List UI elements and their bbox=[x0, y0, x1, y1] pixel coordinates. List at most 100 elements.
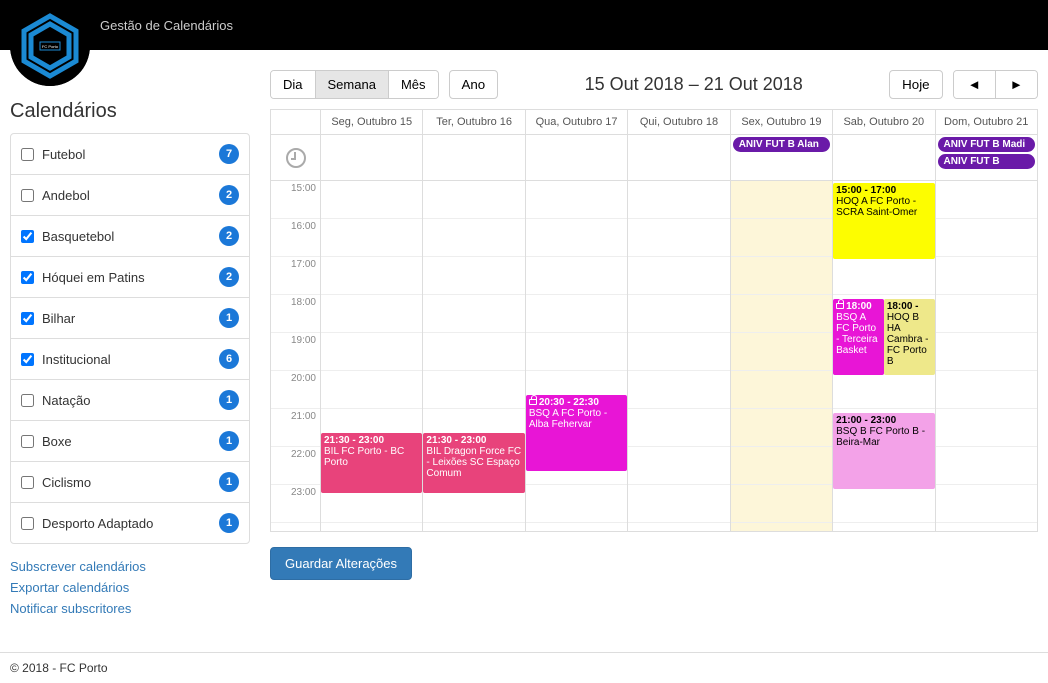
time-label: 17:00 bbox=[271, 257, 320, 295]
calendar-label: Futebol bbox=[42, 147, 219, 162]
calendar-event[interactable]: 15:00 - 17:00HOQ A FC Porto - SCRA Saint… bbox=[833, 183, 934, 259]
day-column[interactable]: 15:00 - 17:00HOQ A FC Porto - SCRA Saint… bbox=[833, 181, 935, 531]
calendar-checkbox[interactable] bbox=[21, 435, 34, 448]
day-header: Seg, Outubro 15 bbox=[321, 110, 423, 134]
calendar-item[interactable]: Andebol 2 bbox=[11, 174, 249, 215]
svg-text:FC Porto: FC Porto bbox=[42, 44, 59, 49]
event-title: BIL FC Porto - BC Porto bbox=[324, 446, 404, 468]
day-column[interactable] bbox=[628, 181, 730, 531]
calendar-checkbox[interactable] bbox=[21, 230, 34, 243]
allday-event[interactable]: ANIV FUT B Alan bbox=[733, 137, 830, 152]
view-day[interactable]: Dia bbox=[271, 71, 315, 98]
event-title: HOQ A FC Porto - SCRA Saint-Omer bbox=[836, 196, 917, 218]
calendar-checkbox[interactable] bbox=[21, 476, 34, 489]
link-export[interactable]: Exportar calendários bbox=[10, 580, 250, 595]
time-label: 15:00 bbox=[271, 181, 320, 219]
allday-cell[interactable] bbox=[423, 135, 525, 180]
day-column[interactable]: 21:30 - 23:00BIL Dragon Force FC - Leixõ… bbox=[423, 181, 525, 531]
save-button[interactable]: Guardar Alterações bbox=[270, 547, 412, 580]
calendar-item[interactable]: Desporto Adaptado 1 bbox=[11, 502, 249, 543]
calendar-count-badge: 6 bbox=[219, 349, 239, 369]
prev-button[interactable]: ◄ bbox=[954, 71, 995, 98]
calendar-checkbox[interactable] bbox=[21, 353, 34, 366]
calendar-count-badge: 2 bbox=[219, 185, 239, 205]
time-label: 22:00 bbox=[271, 447, 320, 485]
calendar-label: Bilhar bbox=[42, 311, 219, 326]
calendar-event[interactable]: 21:30 - 23:00BIL FC Porto - BC Porto bbox=[321, 433, 422, 493]
allday-cell[interactable] bbox=[321, 135, 423, 180]
calendar-event[interactable]: 21:30 - 23:00BIL Dragon Force FC - Leixõ… bbox=[423, 433, 524, 493]
calendar-checkbox[interactable] bbox=[21, 394, 34, 407]
calendar-item[interactable]: Ciclismo 1 bbox=[11, 461, 249, 502]
calendar-count-badge: 1 bbox=[219, 431, 239, 451]
allday-cell[interactable] bbox=[526, 135, 628, 180]
calendar-checkbox[interactable] bbox=[21, 189, 34, 202]
view-switcher: Dia Semana Mês bbox=[270, 70, 439, 99]
sidebar-title: Calendários bbox=[10, 100, 250, 123]
next-button[interactable]: ► bbox=[995, 71, 1037, 98]
calendar-label: Basquetebol bbox=[42, 229, 219, 244]
date-range: 15 Out 2018 – 21 Out 2018 bbox=[508, 74, 879, 95]
calendar-label: Desporto Adaptado bbox=[42, 516, 219, 531]
calendar-event[interactable]: 18:00 - HOQ B HA Cambra - FC Porto B bbox=[884, 299, 935, 375]
day-column[interactable]: 20:30 - 22:30BSQ A FC Porto - Alba Feher… bbox=[526, 181, 628, 531]
timegrid[interactable]: 15:0016:0017:0018:0019:0020:0021:0022:00… bbox=[271, 181, 1037, 531]
allday-cell[interactable]: ANIV FUT B Madi ANIV FUT B bbox=[936, 135, 1037, 180]
calendar-item[interactable]: Bilhar 1 bbox=[11, 297, 249, 338]
view-year[interactable]: Ano bbox=[449, 70, 499, 99]
time-axis: 15:0016:0017:0018:0019:0020:0021:0022:00… bbox=[271, 181, 321, 531]
event-time: 20:30 - 22:30 bbox=[529, 397, 624, 408]
event-time: 18:00 bbox=[836, 301, 881, 312]
event-title: BSQ A FC Porto - Terceira Basket bbox=[836, 312, 878, 356]
calendar-count-badge: 1 bbox=[219, 390, 239, 410]
calendar-event[interactable]: 21:00 - 23:00BSQ B FC Porto B - Beira-Ma… bbox=[833, 413, 934, 489]
calendar-label: Ciclismo bbox=[42, 475, 219, 490]
calendar-event[interactable]: 20:30 - 22:30BSQ A FC Porto - Alba Feher… bbox=[526, 395, 627, 471]
view-month[interactable]: Mês bbox=[388, 71, 438, 98]
calendar-checkbox[interactable] bbox=[21, 271, 34, 284]
allday-axis bbox=[271, 135, 321, 180]
event-time: 21:30 - 23:00 bbox=[324, 435, 419, 446]
day-column[interactable] bbox=[936, 181, 1037, 531]
calendar-item[interactable]: Natação 1 bbox=[11, 379, 249, 420]
day-header: Qui, Outubro 18 bbox=[628, 110, 730, 134]
link-notify[interactable]: Notificar subscritores bbox=[10, 601, 250, 616]
allday-event[interactable]: ANIV FUT B bbox=[938, 154, 1035, 169]
day-column[interactable]: 21:30 - 23:00BIL FC Porto - BC Porto bbox=[321, 181, 423, 531]
main: Dia Semana Mês Ano 15 Out 2018 – 21 Out … bbox=[270, 60, 1038, 622]
time-label: 16:00 bbox=[271, 219, 320, 257]
calendar: Seg, Outubro 15Ter, Outubro 16Qua, Outub… bbox=[270, 109, 1038, 532]
calendar-item[interactable]: Institucional 6 bbox=[11, 338, 249, 379]
calendar-header: Seg, Outubro 15Ter, Outubro 16Qua, Outub… bbox=[271, 110, 1037, 135]
calendar-count-badge: 7 bbox=[219, 144, 239, 164]
calendar-checkbox[interactable] bbox=[21, 517, 34, 530]
event-title: BSQ A FC Porto - Alba Fehervar bbox=[529, 408, 607, 430]
allday-event[interactable]: ANIV FUT B Madi bbox=[938, 137, 1035, 152]
event-time: 21:00 - 23:00 bbox=[836, 415, 931, 426]
calendar-item[interactable]: Hóquei em Patins 2 bbox=[11, 256, 249, 297]
logo[interactable]: FC Porto bbox=[10, 6, 90, 86]
event-title: BSQ B FC Porto B - Beira-Mar bbox=[836, 426, 925, 448]
calendar-checkbox[interactable] bbox=[21, 148, 34, 161]
calendar-event[interactable]: 18:00BSQ A FC Porto - Terceira Basket bbox=[833, 299, 884, 375]
today-button[interactable]: Hoje bbox=[889, 70, 942, 99]
event-time: 21:30 - 23:00 bbox=[426, 435, 521, 446]
time-label: 23:00 bbox=[271, 485, 320, 523]
link-subscribe[interactable]: Subscrever calendários bbox=[10, 559, 250, 574]
nav-buttons: ◄ ► bbox=[953, 70, 1038, 99]
allday-cell[interactable]: ANIV FUT B Alan bbox=[731, 135, 833, 180]
calendar-count-badge: 1 bbox=[219, 308, 239, 328]
allday-row: ANIV FUT B Alan ANIV FUT B Madi ANIV FUT B bbox=[271, 135, 1037, 181]
calendar-checkbox[interactable] bbox=[21, 312, 34, 325]
allday-cell[interactable] bbox=[833, 135, 935, 180]
calendar-label: Boxe bbox=[42, 434, 219, 449]
allday-cell[interactable] bbox=[628, 135, 730, 180]
view-week[interactable]: Semana bbox=[315, 71, 388, 98]
page-title: Gestão de Calendários bbox=[100, 18, 233, 33]
calendar-item[interactable]: Futebol 7 bbox=[11, 134, 249, 174]
event-title: HOQ B HA Cambra - FC Porto B bbox=[887, 312, 929, 367]
day-column[interactable] bbox=[731, 181, 833, 531]
calendar-label: Hóquei em Patins bbox=[42, 270, 219, 285]
calendar-item[interactable]: Boxe 1 bbox=[11, 420, 249, 461]
calendar-item[interactable]: Basquetebol 2 bbox=[11, 215, 249, 256]
